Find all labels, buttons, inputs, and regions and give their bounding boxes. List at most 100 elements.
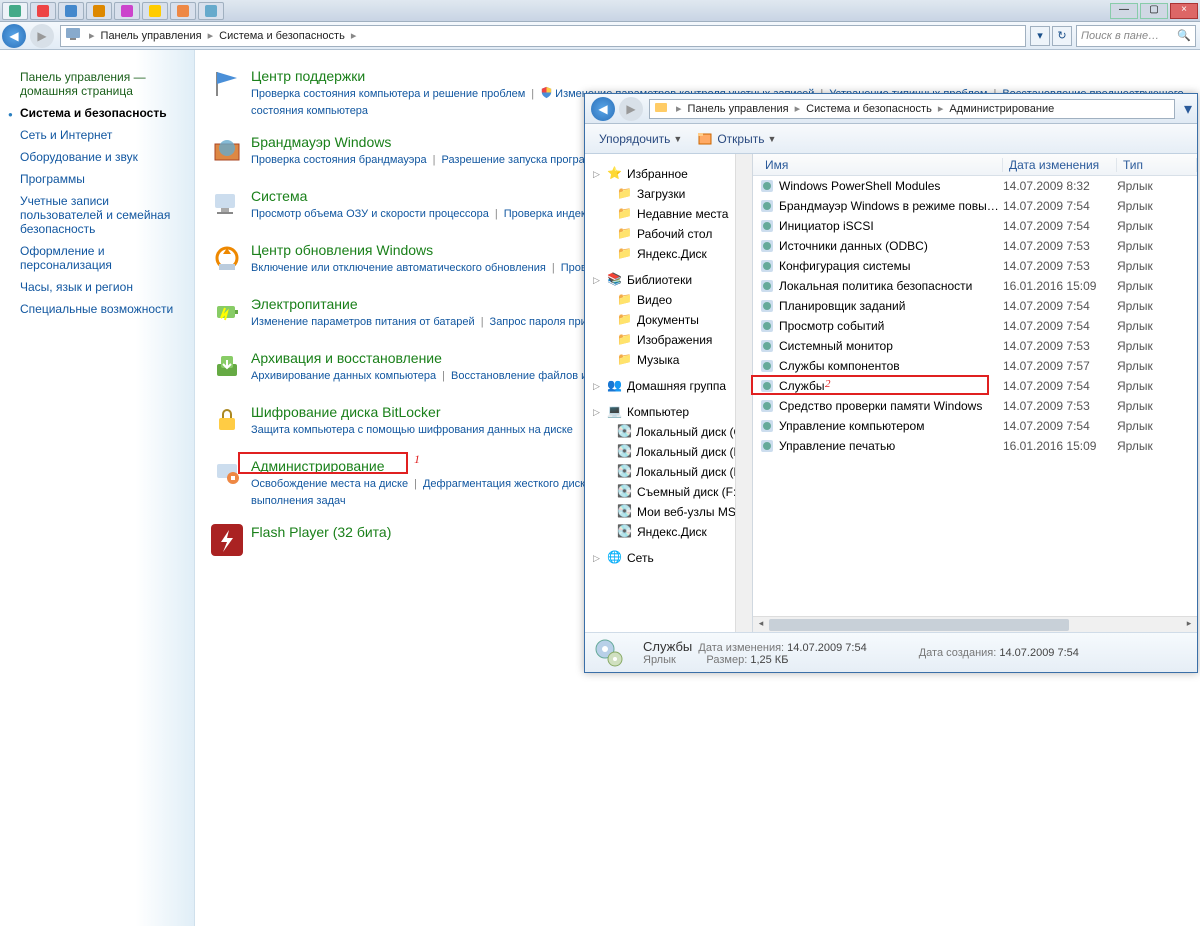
browser-tab[interactable]: [2, 2, 28, 20]
category-heading[interactable]: Центр поддержки: [251, 68, 1190, 84]
browser-tab[interactable]: [30, 2, 56, 20]
tree-item[interactable]: 📁Яндекс.Диск: [585, 244, 752, 264]
tree-item[interactable]: 📁Документы: [585, 310, 752, 330]
services-icon: [593, 637, 625, 669]
browser-tab[interactable]: [58, 2, 84, 20]
search-input[interactable]: Поиск в пане… 🔍: [1076, 25, 1196, 47]
tree-homegroup[interactable]: ▷👥Домашняя группа: [585, 376, 752, 396]
shortcut-icon: [759, 358, 775, 374]
category-link[interactable]: Просмотр объема ОЗУ и скорости процессор…: [251, 208, 489, 220]
file-row[interactable]: Брандмауэр Windows в режиме повы…14.07.2…: [753, 196, 1197, 216]
scrollbar-thumb[interactable]: [738, 158, 750, 186]
tree-item[interactable]: 💽Локальный диск (D:): [585, 442, 752, 462]
sidebar-item[interactable]: Оборудование и звук: [20, 150, 190, 164]
close-button[interactable]: ×: [1170, 3, 1198, 19]
horizontal-scrollbar[interactable]: ◂ ▸: [753, 616, 1197, 632]
category-link[interactable]: Включение или отключение автоматического…: [251, 262, 546, 274]
nav-forward-button[interactable]: ▶: [30, 24, 54, 48]
category-link[interactable]: Проверка состояния брандмауэра: [251, 154, 427, 166]
file-row[interactable]: Средство проверки памяти Windows14.07.20…: [753, 396, 1197, 416]
file-row[interactable]: Инициатор iSCSI14.07.2009 7:54Ярлык: [753, 216, 1197, 236]
dropdown-history-button[interactable]: ▾: [1030, 26, 1050, 46]
category-link[interactable]: Изменение параметров питания от батарей: [251, 316, 475, 328]
file-row[interactable]: Конфигурация системы14.07.2009 7:53Ярлык: [753, 256, 1197, 276]
tree-item[interactable]: 📁Видео: [585, 290, 752, 310]
nav-forward-button[interactable]: ▶: [619, 97, 643, 121]
tree-item[interactable]: 📁Изображения: [585, 330, 752, 350]
shortcut-icon: [759, 198, 775, 214]
shortcut-icon: [759, 438, 775, 454]
sidebar-item[interactable]: Часы, язык и регион: [20, 280, 190, 294]
sidebar-item[interactable]: Специальные возможности: [20, 302, 190, 316]
dropdown-button[interactable]: ▾: [1179, 99, 1197, 119]
search-icon: 🔍: [1177, 29, 1191, 42]
file-row[interactable]: Планировщик заданий14.07.2009 7:54Ярлык: [753, 296, 1197, 316]
breadcrumb-item[interactable]: Панель управления: [686, 103, 791, 115]
breadcrumb-item[interactable]: Система и безопасность: [804, 103, 934, 115]
file-row[interactable]: Службы14.07.2009 7:54Ярлык: [753, 376, 1197, 396]
tree-computer[interactable]: ▷💻Компьютер: [585, 402, 752, 422]
category-link[interactable]: Проверка состояния компьютера и решение …: [251, 88, 525, 100]
file-row[interactable]: Системный монитор14.07.2009 7:53Ярлык: [753, 336, 1197, 356]
browser-tab[interactable]: [170, 2, 196, 20]
file-row[interactable]: Просмотр событий14.07.2009 7:54Ярлык: [753, 316, 1197, 336]
open-button[interactable]: Открыть▼: [692, 130, 782, 148]
minimize-button[interactable]: —: [1110, 3, 1138, 19]
category-link[interactable]: Архивирование данных компьютера: [251, 370, 436, 382]
nav-back-button[interactable]: ◀: [591, 97, 615, 121]
col-date[interactable]: Дата изменения: [1003, 158, 1117, 172]
browser-tab[interactable]: [142, 2, 168, 20]
pc-icon: [207, 188, 247, 228]
breadcrumb-item[interactable]: Панель управления: [99, 30, 204, 42]
tree-item[interactable]: 📁Загрузки: [585, 184, 752, 204]
scroll-right-button[interactable]: ▸: [1182, 618, 1196, 632]
breadcrumb-item[interactable]: Система и безопасность: [217, 30, 347, 42]
maximize-button[interactable]: ▢: [1140, 3, 1168, 19]
nav-back-button[interactable]: ◀: [2, 24, 26, 48]
sidebar-item[interactable]: Учетные записи пользователей и семейная …: [20, 194, 190, 236]
file-row[interactable]: Службы компонентов14.07.2009 7:57Ярлык: [753, 356, 1197, 376]
library-icon: 📚: [607, 272, 623, 288]
file-row[interactable]: Источники данных (ODBC)14.07.2009 7:53Яр…: [753, 236, 1197, 256]
tree-item[interactable]: 📁Рабочий стол: [585, 224, 752, 244]
breadcrumb-item[interactable]: Администрирование: [947, 103, 1056, 115]
browser-tab[interactable]: [198, 2, 224, 20]
tree-item[interactable]: 📁Недавние места: [585, 204, 752, 224]
file-row[interactable]: Управление печатью16.01.2016 15:09Ярлык: [753, 436, 1197, 456]
nav-header[interactable]: Панель управления — домашняя страница: [20, 70, 190, 98]
col-type[interactable]: Тип: [1117, 158, 1197, 172]
tree-item[interactable]: 💽Яндекс.Диск: [585, 522, 752, 542]
tree-item[interactable]: 💽Мои веб-узлы MSN: [585, 502, 752, 522]
tree-item[interactable]: 💽Съемный диск (F:): [585, 482, 752, 502]
tree-item[interactable]: 💽Локальный диск (E:): [585, 462, 752, 482]
tree-item[interactable]: 💽Локальный диск (C:): [585, 422, 752, 442]
details-name: Службы: [643, 639, 692, 654]
browser-tab[interactable]: [86, 2, 112, 20]
file-list: Имя Дата изменения Тип Windows PowerShel…: [753, 154, 1197, 632]
sidebar-item[interactable]: Оформление и персонализация: [20, 244, 190, 272]
tree-item[interactable]: 📁Музыка: [585, 350, 752, 370]
file-row[interactable]: Windows PowerShell Modules14.07.2009 8:3…: [753, 176, 1197, 196]
refresh-button[interactable]: ↻: [1052, 26, 1072, 46]
category-link[interactable]: Освобождение места на диске: [251, 478, 408, 490]
category-link[interactable]: Дефрагментация жесткого диска: [423, 478, 591, 490]
tree-favorites[interactable]: ▷⭐Избранное: [585, 164, 752, 184]
scrollbar-thumb[interactable]: [769, 619, 1069, 631]
tree-libraries[interactable]: ▷📚Библиотеки: [585, 270, 752, 290]
open-icon: [698, 132, 714, 146]
file-row[interactable]: Управление компьютером14.07.2009 7:54Ярл…: [753, 416, 1197, 436]
lib: 📁: [617, 292, 633, 308]
breadcrumb[interactable]: ▸ Панель управления ▸ Система и безопасн…: [60, 25, 1026, 47]
sidebar-item[interactable]: Система и безопасность: [20, 106, 190, 120]
sidebar-item[interactable]: Программы: [20, 172, 190, 186]
scroll-left-button[interactable]: ◂: [754, 618, 768, 632]
battery-icon: [207, 296, 247, 336]
browser-tab[interactable]: [114, 2, 140, 20]
tree-network[interactable]: ▷🌐Сеть: [585, 548, 752, 568]
col-name[interactable]: Имя: [759, 158, 1003, 172]
file-row[interactable]: Локальная политика безопасности16.01.201…: [753, 276, 1197, 296]
breadcrumb[interactable]: ▸ Панель управления ▸ Система и безопасн…: [649, 99, 1175, 119]
category-link[interactable]: Защита компьютера с помощью шифрования д…: [251, 424, 573, 436]
sidebar-item[interactable]: Сеть и Интернет: [20, 128, 190, 142]
organize-button[interactable]: Упорядочить▼: [593, 130, 688, 148]
